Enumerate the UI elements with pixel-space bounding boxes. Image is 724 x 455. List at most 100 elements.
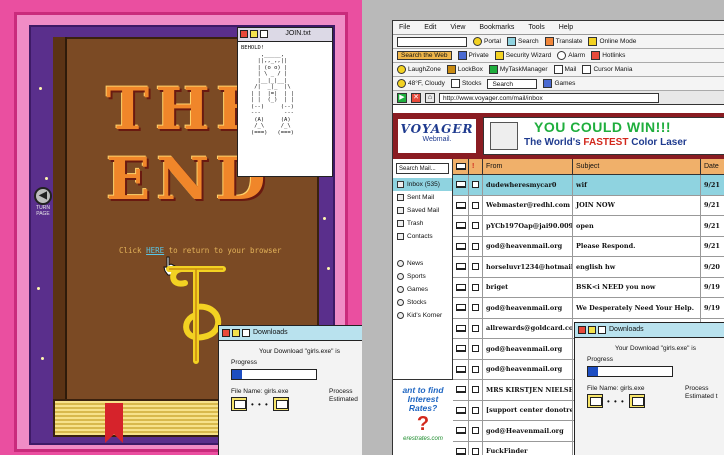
minimize-icon[interactable] — [250, 30, 258, 38]
checkbox[interactable] — [472, 324, 479, 332]
row-check-cell[interactable] — [469, 318, 483, 338]
checkbox[interactable] — [472, 365, 479, 373]
search-button[interactable]: Search — [506, 37, 539, 46]
folder-item[interactable]: Contacts — [393, 230, 452, 243]
online-mode-button[interactable]: Online Mode — [588, 37, 636, 46]
maximize-icon[interactable] — [598, 326, 606, 334]
row-check-cell[interactable] — [469, 400, 483, 420]
checkbox[interactable] — [472, 447, 479, 455]
private-button[interactable]: Private — [457, 51, 489, 60]
checkbox[interactable] — [472, 304, 479, 312]
folder-item[interactable]: Sent Mail — [393, 191, 452, 204]
stocks-button[interactable]: Stocks — [450, 79, 481, 88]
row-check-cell[interactable] — [469, 195, 483, 215]
minimize-icon[interactable] — [588, 326, 596, 334]
checkbox[interactable] — [472, 263, 479, 271]
maximize-icon[interactable] — [242, 329, 250, 337]
voyager-logo[interactable]: VOYAGER Webmail. — [398, 119, 476, 153]
row-check-cell[interactable] — [469, 216, 483, 236]
column-from[interactable]: From — [483, 159, 573, 174]
channel-item[interactable]: Sports — [393, 270, 452, 283]
checkbox[interactable] — [472, 406, 479, 414]
close-icon[interactable] — [578, 326, 586, 334]
folder-item[interactable]: Saved Mail — [393, 204, 452, 217]
interest-rates-ad[interactable]: ant to find Interest Rates? ? erestrates… — [393, 379, 453, 455]
menu-file[interactable]: File — [399, 24, 410, 31]
window-titlebar[interactable]: JOIN.txt — [238, 28, 332, 42]
menu-edit[interactable]: Edit — [424, 24, 436, 31]
join-txt-window[interactable]: JOIN.txt BEHOLD! ,_____, ||,,_,,|| | (o … — [237, 27, 333, 177]
mail-button[interactable]: Mail — [553, 65, 576, 74]
checkbox[interactable] — [472, 201, 479, 209]
channel-item[interactable]: Games — [393, 283, 452, 296]
email-row[interactable]: god@heavenmail.org Please Respond. 9/21 — [453, 236, 724, 257]
minimize-icon[interactable] — [232, 329, 240, 337]
channel-item[interactable]: Stocks — [393, 296, 452, 309]
laughzone-button[interactable]: LaughZone — [397, 65, 441, 74]
row-check-cell[interactable] — [469, 441, 483, 455]
row-check-cell[interactable] — [469, 421, 483, 441]
search-web-button[interactable]: Search the Web — [397, 51, 452, 60]
row-check-cell[interactable] — [469, 339, 483, 359]
search-mail-input[interactable]: Search Mail... — [396, 163, 449, 174]
close-icon[interactable] — [240, 30, 248, 38]
forward-arrow-icon[interactable]: ▶ — [397, 92, 407, 103]
download-window[interactable]: Downloads Your Download "girls.exe" is P… — [574, 322, 724, 455]
email-row[interactable]: Webmaster@redhl.com JOIN NOW 9/21 — [453, 195, 724, 216]
menu-help[interactable]: Help — [559, 24, 573, 31]
row-check-cell[interactable] — [469, 257, 483, 277]
download-window[interactable]: Downloads Your Download "girls.exe" is P… — [218, 325, 362, 455]
menu-view[interactable]: View — [450, 24, 465, 31]
checkbox[interactable] — [472, 181, 479, 189]
row-check-cell[interactable] — [469, 277, 483, 297]
weather-widget[interactable]: 48°F, Cloudy — [397, 79, 445, 88]
folder-item[interactable]: Inbox (535) — [393, 178, 452, 191]
menu-bookmarks[interactable]: Bookmarks — [479, 24, 514, 31]
email-row[interactable]: briget BSK<i NEED you now 9/19 — [453, 277, 724, 298]
close-icon[interactable] — [222, 329, 230, 337]
folder-item[interactable]: Trash — [393, 217, 452, 230]
games-button[interactable]: Games — [543, 79, 575, 88]
alarm-button[interactable]: Alarm — [557, 51, 585, 60]
url-input[interactable]: http://www.voyager.com/mail/inbox — [439, 92, 659, 103]
lockbox-button[interactable]: LockBox — [446, 65, 483, 74]
left-arrow-icon[interactable]: ◀ — [34, 187, 52, 205]
translate-button[interactable]: Translate — [544, 37, 582, 46]
window-titlebar[interactable]: Downloads — [219, 326, 362, 341]
location-select[interactable] — [397, 36, 467, 47]
stop-icon[interactable]: ✕ — [411, 92, 421, 103]
printer-ad-banner[interactable]: YOU COULD WIN!!! The World's FASTEST Col… — [483, 117, 724, 155]
search-dropdown[interactable]: Search — [487, 78, 538, 89]
checkbox[interactable] — [472, 427, 479, 435]
checkbox[interactable] — [472, 345, 479, 353]
column-subject[interactable]: Subject — [573, 159, 701, 174]
email-row[interactable]: dudewheresmycar0 wif 9/21 — [453, 175, 724, 196]
security-wizard-button[interactable]: Security Wizard — [494, 51, 551, 60]
column-date[interactable]: Date — [701, 159, 724, 174]
row-check-cell[interactable] — [469, 236, 483, 256]
window-titlebar[interactable]: Downloads — [575, 323, 724, 338]
maximize-icon[interactable] — [260, 30, 268, 38]
email-row[interactable]: god@heavenmail.org We Desperately Need Yo… — [453, 298, 724, 319]
email-row[interactable]: horseluvr1234@hotmail.comenglish hw9/20 — [453, 257, 724, 278]
checkbox[interactable] — [472, 283, 479, 291]
channel-item[interactable]: Kid's Korner — [393, 309, 452, 322]
cursor-mania-button[interactable]: Cursor Mania — [582, 65, 632, 74]
email-row[interactable]: pYCb197Oap@jai90.009 open 9/21 — [453, 216, 724, 237]
hotlinks-button[interactable]: Hotlinks — [591, 51, 625, 60]
row-check-cell[interactable] — [469, 359, 483, 379]
checkbox[interactable] — [472, 386, 479, 394]
menu-tools[interactable]: Tools — [528, 24, 544, 31]
row-check-cell[interactable] — [469, 380, 483, 400]
row-check-cell[interactable] — [469, 298, 483, 318]
row-check-cell[interactable] — [469, 175, 483, 195]
column-envelope[interactable] — [453, 159, 469, 174]
task-manager-button[interactable]: MyTaskManager — [488, 65, 548, 74]
channel-item[interactable]: News — [393, 257, 452, 270]
checkbox[interactable] — [472, 242, 479, 250]
column-priority[interactable]: ! — [469, 159, 483, 174]
checkbox[interactable] — [472, 222, 479, 230]
here-link[interactable]: HERE — [146, 246, 164, 255]
home-icon[interactable]: ⌂ — [425, 92, 435, 103]
portal-button[interactable]: Portal — [473, 37, 501, 46]
